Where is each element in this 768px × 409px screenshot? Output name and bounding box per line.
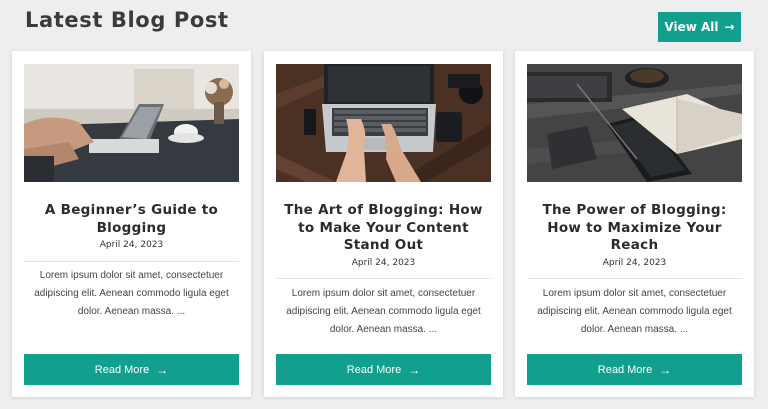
- blog-card-date: April 24, 2023: [351, 258, 416, 268]
- read-more-button[interactable]: Read More →: [276, 354, 491, 385]
- blog-card: The Art of Blogging: How to Make Your Co…: [264, 51, 503, 397]
- blog-card-title[interactable]: The Art of Blogging: How to Make Your Co…: [276, 202, 491, 255]
- read-more-label: Read More: [94, 363, 150, 376]
- blog-card-excerpt: Lorem ipsum dolor sit amet, consectetuer…: [34, 270, 229, 317]
- view-all-label: View All: [664, 20, 719, 34]
- notebook-tablet-coffee-photo: [527, 64, 742, 182]
- arrow-right-icon: →: [408, 362, 421, 377]
- read-more-label: Read More: [597, 363, 653, 376]
- blog-card-title[interactable]: A Beginner’s Guide to Blogging: [24, 202, 239, 237]
- divider: [276, 278, 491, 279]
- blog-card-excerpt: Lorem ipsum dolor sit amet, consectetuer…: [286, 288, 481, 335]
- section-title: Latest Blog Post: [25, 8, 229, 32]
- typing-on-laptop-photo: [276, 64, 491, 182]
- blog-card-excerpt: Lorem ipsum dolor sit amet, consectetuer…: [537, 288, 732, 335]
- arrow-right-icon: →: [724, 20, 735, 34]
- blog-card: A Beginner’s Guide to Blogging April 24,…: [12, 51, 251, 397]
- blog-card-date: April 24, 2023: [602, 258, 667, 268]
- read-more-label: Read More: [346, 363, 402, 376]
- read-more-button[interactable]: Read More →: [24, 354, 239, 385]
- divider: [24, 261, 239, 262]
- blog-card-image[interactable]: [276, 64, 491, 182]
- blog-card-image[interactable]: [24, 64, 239, 182]
- arrow-right-icon: →: [156, 362, 169, 377]
- arrow-right-icon: →: [659, 362, 672, 377]
- divider: [527, 278, 742, 279]
- read-more-button[interactable]: Read More →: [527, 354, 742, 385]
- blog-card-date: April 24, 2023: [99, 240, 164, 250]
- blog-card: The Power of Blogging: How to Maximize Y…: [515, 51, 754, 397]
- laptop-coffee-desk-photo: [24, 64, 239, 182]
- blog-card-image[interactable]: [527, 64, 742, 182]
- view-all-button[interactable]: View All →: [658, 12, 741, 42]
- blog-card-title[interactable]: The Power of Blogging: How to Maximize Y…: [527, 202, 742, 255]
